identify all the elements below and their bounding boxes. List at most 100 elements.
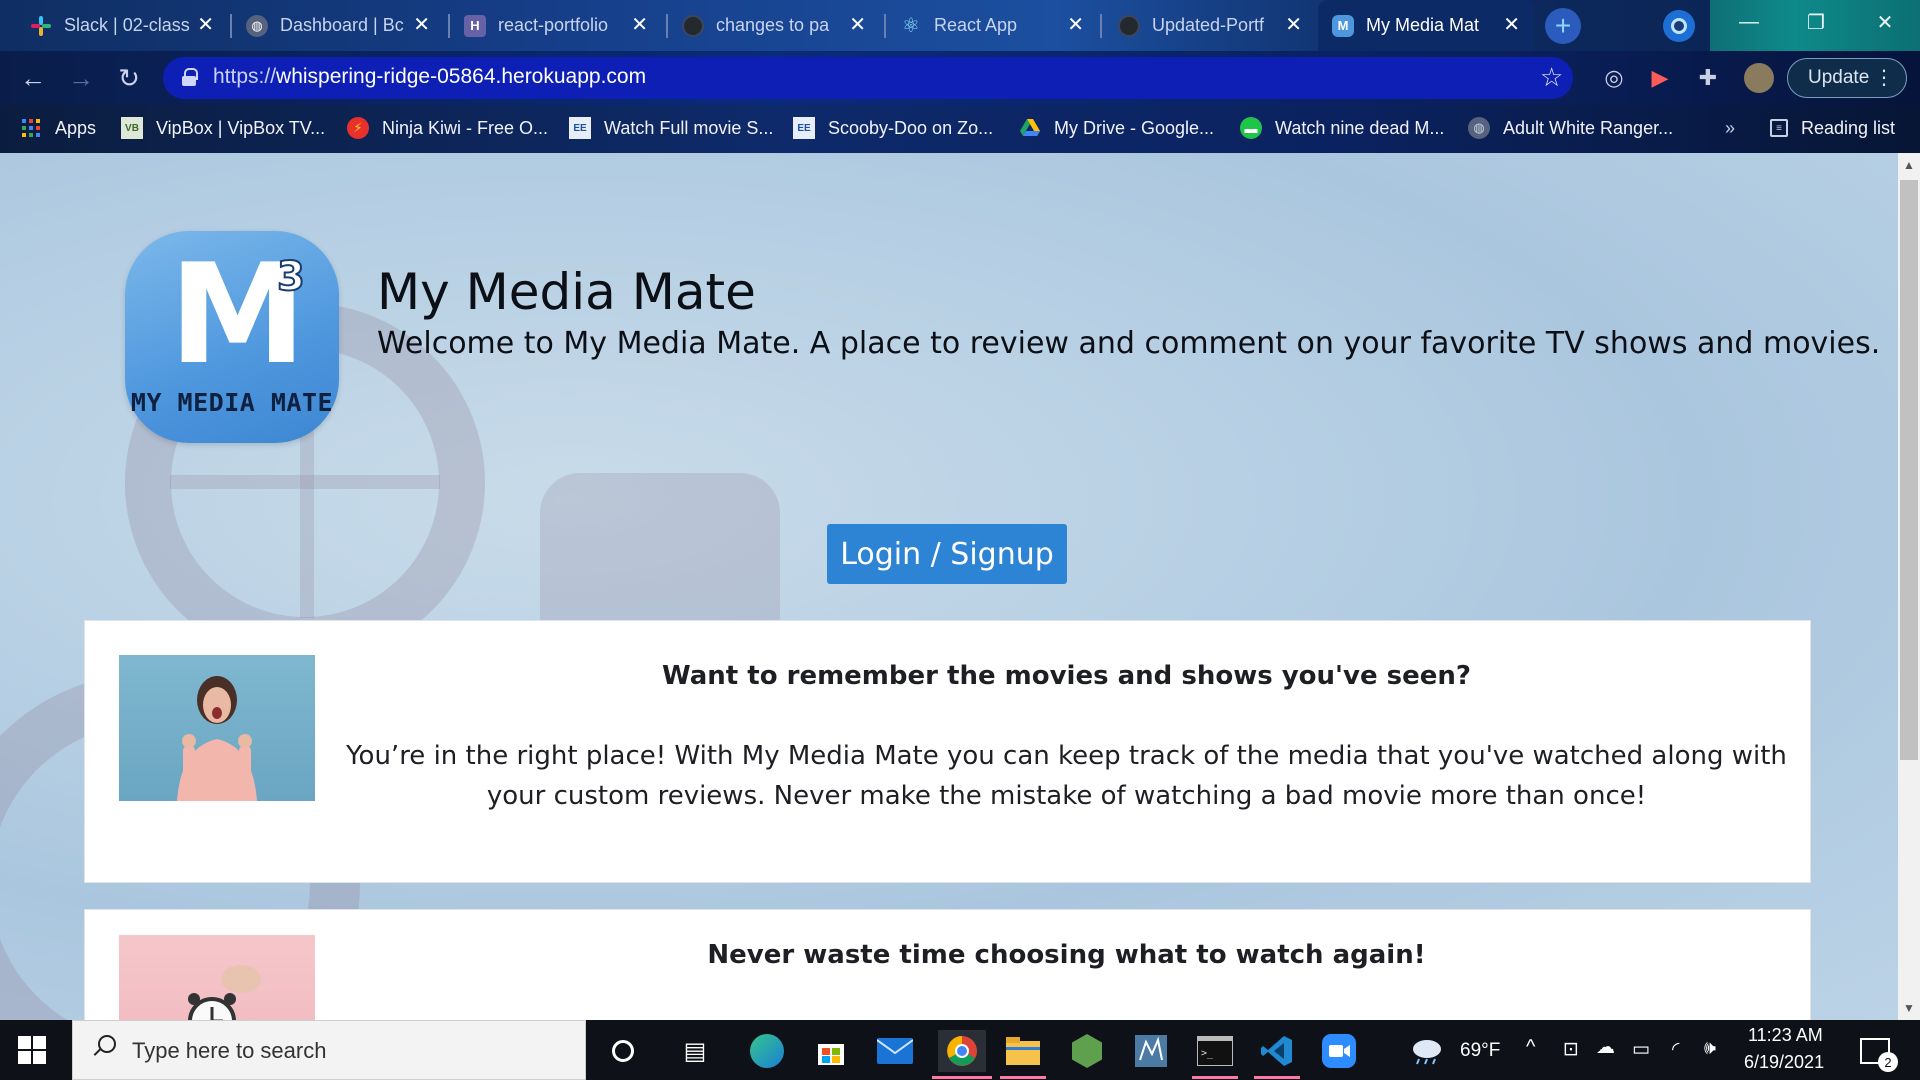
globe-icon: ◍ [1468, 117, 1490, 139]
login-signup-button[interactable]: Login / Signup [827, 524, 1067, 584]
notification-count: 2 [1878, 1052, 1898, 1072]
windows-start-button[interactable] [18, 1036, 46, 1064]
bookmark-label: Watch Full movie S... [604, 117, 774, 138]
active-app-indicator [1254, 1076, 1300, 1079]
close-icon[interactable]: ✕ [631, 13, 648, 37]
bookmark-label: VipBox | VipBox TV... [156, 117, 326, 138]
mysql-workbench-icon[interactable] [1130, 1030, 1172, 1072]
tab-title: Updated-Portf [1152, 15, 1265, 35]
bookmark-watch-full-movie[interactable]: EE Watch Full movie S... [569, 112, 773, 144]
task-view-icon[interactable]: ▤ [674, 1030, 716, 1072]
page-title: My Media Mate [377, 263, 756, 321]
update-label: Update [1808, 67, 1870, 88]
zoom-icon[interactable] [1318, 1030, 1360, 1072]
close-icon: ✕ [1876, 11, 1894, 34]
minimize-button[interactable]: — [1714, 0, 1784, 44]
chevron-right-icon: » [1725, 117, 1736, 138]
store-icon[interactable] [810, 1030, 852, 1072]
lock-icon[interactable] [182, 68, 198, 86]
puzzle-icon[interactable]: ✚ [1694, 64, 1722, 92]
reload-button[interactable]: ↻ [112, 61, 146, 95]
bookmarks-overflow-button[interactable]: » [1725, 112, 1735, 144]
volume-icon[interactable]: 🕪 [1704, 1038, 1716, 1060]
tab-dashboard[interactable]: ◍ Dashboard | Bc ✕ [232, 0, 444, 51]
reel-spoke [170, 475, 440, 489]
weather-temperature[interactable]: 69°F [1460, 1040, 1500, 1062]
active-app-indicator [932, 1076, 992, 1079]
bookmark-label: Scooby-Doo on Zo... [828, 117, 994, 138]
nodejs-icon[interactable] [1066, 1030, 1108, 1072]
mail-icon[interactable] [874, 1030, 916, 1072]
wifi-icon[interactable]: ◜ [1672, 1038, 1679, 1061]
extension-icon[interactable]: ◎ [1600, 64, 1628, 92]
vscode-icon[interactable] [1256, 1030, 1298, 1072]
heroku-icon: H [464, 14, 486, 37]
onedrive-icon[interactable]: ☁ [1596, 1036, 1615, 1059]
file-explorer-icon[interactable] [1002, 1030, 1044, 1072]
back-button[interactable]: ← [16, 61, 50, 95]
bookmark-ninja-kiwi[interactable]: ⚡ Ninja Kiwi - Free O... [347, 112, 548, 144]
clock-date[interactable]: 6/19/2021 [1744, 1052, 1824, 1073]
tab-updated-portfolio[interactable]: Updated-Portf ✕ [1104, 0, 1316, 51]
terminal-icon[interactable]: >_ [1194, 1030, 1236, 1072]
device-icon[interactable]: ⊡ [1563, 1038, 1579, 1061]
update-button[interactable]: Update ⋮ [1787, 58, 1907, 98]
svg-text:>_: >_ [1201, 1048, 1214, 1059]
feature-card-remember: Want to remember the movies and shows yo… [84, 620, 1811, 883]
clock-time[interactable]: 11:23 AM [1748, 1025, 1823, 1046]
close-icon[interactable]: ✕ [1067, 13, 1084, 37]
tab-title: Slack | 02-class [64, 15, 190, 35]
movie-site-icon: EE [793, 117, 815, 139]
extension-video-icon[interactable]: ▶ [1646, 64, 1674, 92]
new-tab-button[interactable]: + [1545, 8, 1581, 44]
tab-title: react-portfolio [498, 15, 609, 35]
reading-list-button[interactable]: ≡ Reading list [1770, 112, 1895, 144]
weather-icon[interactable] [1406, 1030, 1448, 1072]
close-icon[interactable]: ✕ [1285, 13, 1302, 37]
chrome-icon[interactable] [938, 1030, 986, 1072]
tab-separator [1100, 14, 1102, 38]
tab-github-changes[interactable]: changes to pa ✕ [668, 0, 880, 51]
github-icon [1118, 14, 1140, 37]
chevron-up-icon[interactable]: ^ [1526, 1036, 1535, 1059]
tab-title: changes to pa [716, 15, 830, 35]
scroll-up-icon[interactable]: ▲ [1898, 155, 1920, 175]
tab-react-app[interactable]: ⚛ React App ✕ [886, 0, 1098, 51]
restore-button[interactable]: ❐ [1781, 0, 1851, 44]
tab-react-portfolio[interactable]: H react-portfolio ✕ [450, 0, 662, 51]
close-icon[interactable]: ✕ [197, 13, 214, 37]
url-text[interactable]: https://whispering-ridge-05864.herokuapp… [213, 65, 646, 89]
notifications-icon[interactable]: 2 [1854, 1030, 1898, 1072]
bookmark-watch-nine-dead[interactable]: ▬ Watch nine dead M... [1240, 112, 1444, 144]
avatar[interactable] [1744, 63, 1774, 93]
forward-button[interactable]: → [64, 61, 98, 95]
scrollbar-thumb[interactable] [1900, 180, 1918, 760]
search-placeholder[interactable]: Type here to search [132, 1038, 326, 1064]
close-icon[interactable]: ✕ [1503, 13, 1520, 37]
movie-site-icon: EE [569, 117, 591, 139]
star-icon[interactable]: ☆ [1540, 62, 1563, 93]
url-scheme: https:// [213, 65, 277, 88]
close-window-button[interactable]: ✕ [1850, 0, 1920, 44]
excited-woman-photo [119, 655, 315, 801]
tab-my-media-mate[interactable]: M My Media Mat ✕ [1318, 0, 1534, 51]
tab-slack[interactable]: Slack | 02-class ✕ [16, 0, 228, 51]
edge-icon[interactable] [746, 1030, 788, 1072]
search-icon [92, 1035, 116, 1059]
bookmark-scooby-doo[interactable]: EE Scooby-Doo on Zo... [793, 112, 993, 144]
bookmark-label: Apps [55, 117, 97, 138]
battery-icon[interactable]: ▭ [1632, 1038, 1650, 1061]
site-logo[interactable]: M 3 MY MEDIA MATE [125, 231, 339, 443]
bookmark-adult-white-ranger[interactable]: ◍ Adult White Ranger... [1468, 112, 1673, 144]
page-tagline: Welcome to My Media Mate. A place to rev… [377, 326, 1881, 361]
scroll-down-icon[interactable]: ▼ [1898, 998, 1920, 1018]
close-icon[interactable]: ✕ [413, 13, 430, 37]
bookmark-vipbox[interactable]: VB VipBox | VipBox TV... [121, 112, 325, 144]
tab-search-icon[interactable] [1663, 10, 1695, 42]
cortana-icon[interactable] [602, 1030, 644, 1072]
globe-icon: ◍ [246, 14, 268, 37]
bookmark-google-drive[interactable]: My Drive - Google... [1019, 112, 1214, 144]
close-icon[interactable]: ✕ [849, 13, 866, 37]
bookmark-apps[interactable]: Apps [20, 112, 96, 144]
arrow-right-icon: → [68, 62, 94, 93]
